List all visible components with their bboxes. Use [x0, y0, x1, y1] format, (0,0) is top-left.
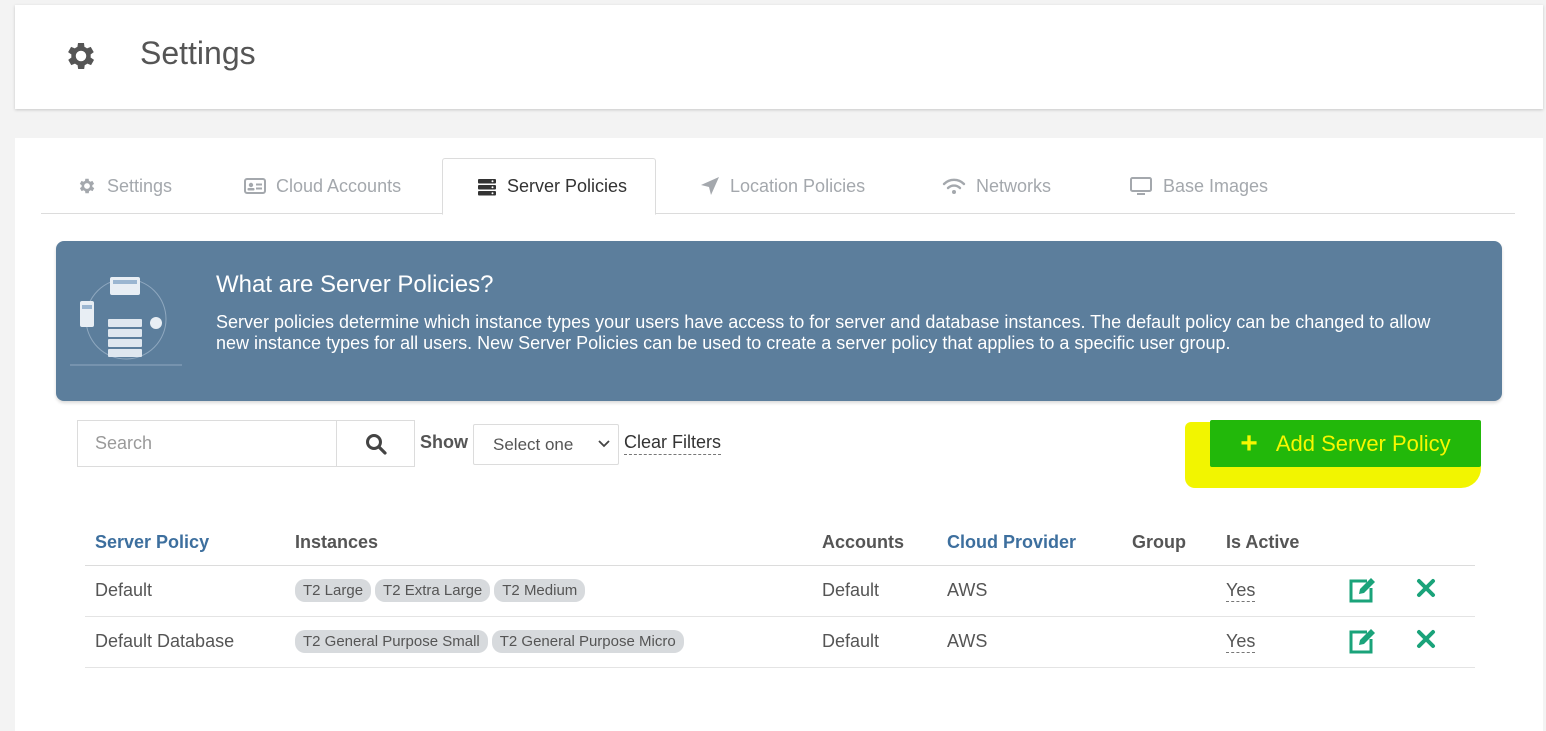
column-header-instances: Instances	[295, 532, 379, 552]
gear-icon	[79, 178, 95, 194]
server-illustration-icon	[70, 277, 182, 366]
accounts-value: Default	[822, 580, 880, 600]
server-icon	[478, 178, 496, 195]
instance-badge: T2 General Purpose Small	[295, 630, 488, 653]
instance-badges: T2 Large T2 Extra Large T2 Medium	[295, 579, 586, 602]
tab-label: Location Policies	[730, 175, 866, 196]
tab-server-policies[interactable]: Server Policies	[442, 158, 657, 215]
accounts-value: Default	[822, 631, 880, 651]
delete-button[interactable]	[1416, 629, 1436, 654]
instance-badges: T2 General Purpose Small T2 General Purp…	[295, 630, 684, 653]
page-header: Settings	[15, 5, 1543, 109]
column-header-server-policy[interactable]: Server Policy	[95, 532, 209, 553]
tab-label: Networks	[976, 175, 1052, 196]
info-banner: What are Server Policies? Server policie…	[56, 241, 1502, 401]
tab-label: Server Policies	[507, 176, 628, 196]
close-icon	[1417, 630, 1435, 648]
edit-icon	[1349, 629, 1375, 654]
search-input[interactable]	[78, 421, 336, 466]
info-title: What are Server Policies?	[216, 271, 494, 298]
table-header: Server Policy Instances Accounts Cloud P…	[85, 526, 1475, 566]
id-card-icon	[244, 178, 266, 194]
gear-icon	[68, 42, 95, 70]
monitor-icon	[1130, 177, 1152, 195]
tab-location-policies[interactable]: Location Policies	[700, 158, 865, 214]
main-panel: Settings Cloud Accounts Server Policies …	[15, 138, 1543, 731]
tab-cloud-accounts[interactable]: Cloud Accounts	[244, 158, 401, 214]
clear-filters-link[interactable]: Clear Filters	[624, 432, 722, 455]
tab-settings[interactable]: Settings	[77, 158, 172, 214]
edit-button[interactable]	[1347, 627, 1377, 660]
search-button[interactable]	[336, 421, 414, 466]
delete-button[interactable]	[1416, 578, 1436, 603]
column-header-accounts: Accounts	[822, 532, 905, 552]
close-icon	[1417, 579, 1435, 597]
wifi-icon	[942, 178, 966, 194]
plus-icon: +	[1240, 426, 1258, 460]
column-header-cloud-provider[interactable]: Cloud Provider	[947, 532, 1076, 553]
info-description: Server policies determine which instance…	[216, 312, 1431, 353]
table-row: Default T2 Large T2 Extra Large T2 Mediu…	[85, 566, 1475, 617]
show-select[interactable]: Select one	[473, 424, 619, 465]
cloud-provider-value: AWS	[947, 631, 988, 651]
edit-icon	[1349, 578, 1375, 603]
select-value: Select one	[493, 435, 574, 454]
cloud-provider-value: AWS	[947, 580, 988, 600]
add-button-label: Add Server Policy	[1275, 430, 1451, 456]
search-icon	[365, 433, 387, 455]
table-row: Default Database T2 General Purpose Smal…	[85, 617, 1475, 668]
location-arrow-icon	[701, 177, 719, 195]
is-active-value[interactable]: Yes	[1226, 580, 1256, 602]
policy-name: Default Database	[95, 631, 235, 651]
tab-label: Settings	[107, 175, 173, 196]
column-header-is-active: Is Active	[1226, 532, 1300, 552]
tab-label: Cloud Accounts	[276, 175, 402, 196]
chevron-down-icon	[598, 440, 610, 448]
instance-badge: T2 Large	[295, 579, 372, 602]
tab-bar: Settings Cloud Accounts Server Policies …	[41, 158, 1515, 215]
instance-badge: T2 General Purpose Micro	[491, 630, 684, 653]
instance-badge: T2 Extra Large	[375, 579, 491, 602]
column-header-group: Group	[1132, 532, 1186, 552]
tab-label: Base Images	[1163, 175, 1269, 196]
show-label: Show	[420, 432, 468, 452]
instance-badge: T2 Medium	[494, 579, 586, 602]
add-server-policy-button[interactable]: + Add Server Policy	[1210, 420, 1481, 467]
tab-base-images[interactable]: Base Images	[1129, 158, 1268, 214]
is-active-value[interactable]: Yes	[1226, 631, 1256, 653]
server-policies-table: Server Policy Instances Accounts Cloud P…	[85, 526, 1475, 668]
tab-networks[interactable]: Networks	[942, 158, 1051, 214]
page-title: Settings	[140, 35, 256, 71]
policy-name: Default	[95, 580, 153, 600]
search-group	[77, 420, 415, 467]
edit-button[interactable]	[1347, 576, 1377, 609]
